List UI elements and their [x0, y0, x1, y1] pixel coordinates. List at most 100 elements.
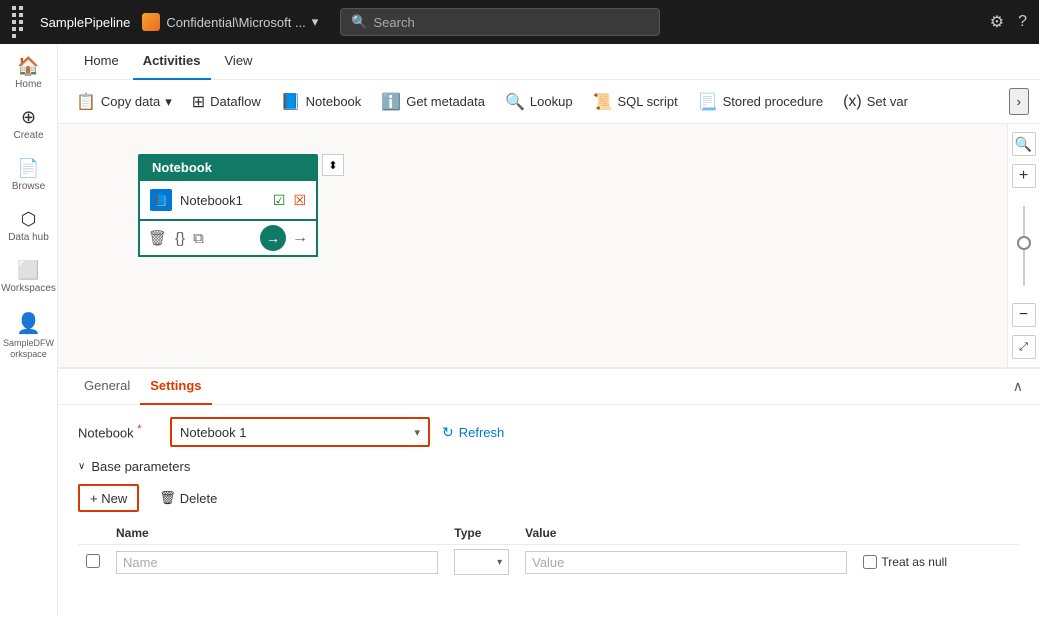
- notebook-icon: 📘: [281, 92, 301, 112]
- notebook-label: Notebook *: [78, 423, 158, 440]
- search-box[interactable]: 🔍: [340, 8, 660, 36]
- params-table-header: Name Type Value: [78, 522, 1019, 545]
- sql-script-button[interactable]: 📜 SQL script: [585, 88, 686, 116]
- notebook-chevron-icon: ▾: [414, 426, 420, 439]
- sidebar-item-browse[interactable]: 📄 Browse: [0, 150, 57, 201]
- node-header: Notebook: [138, 154, 318, 181]
- content-area: Home Activities View 📋 Copy data ▾ ⊞ Dat…: [58, 44, 1039, 617]
- node-delete-icon[interactable]: 🗑: [148, 229, 167, 247]
- panel-collapse-button[interactable]: ∧: [1013, 378, 1023, 395]
- name-cell: [108, 545, 446, 580]
- main-layout: 🏠 Home ⊕ Create 📄 Browse ⬡ Data hub ⬜ Wo…: [0, 44, 1039, 617]
- notebook-button[interactable]: 📘 Notebook: [273, 88, 370, 116]
- table-row: ▾ Treat as null: [78, 545, 1019, 580]
- node-arrow-right-button[interactable]: →: [260, 225, 286, 251]
- org-name: Confidential\Microsoft ...: [166, 15, 305, 30]
- col-type: Type: [446, 522, 517, 545]
- sidebar-item-label: Workspaces: [1, 283, 56, 295]
- value-input[interactable]: [525, 551, 847, 574]
- lookup-icon: 🔍: [505, 92, 525, 112]
- zoom-track: [1023, 206, 1025, 286]
- sidebar-item-home[interactable]: 🏠 Home: [0, 48, 57, 99]
- params-table: Name Type Value: [78, 522, 1019, 579]
- new-button[interactable]: + New: [78, 484, 139, 512]
- tab-home[interactable]: Home: [74, 44, 129, 80]
- copy-data-label: Copy data: [101, 94, 160, 109]
- row-checkbox-cell: [78, 545, 108, 580]
- stored-procedure-button[interactable]: 📃 Stored procedure: [690, 88, 831, 116]
- tab-view[interactable]: View: [215, 44, 263, 80]
- zoom-search-icon[interactable]: 🔍: [1012, 132, 1036, 156]
- zoom-out-button[interactable]: −: [1012, 303, 1036, 327]
- dataflow-button[interactable]: ⊞ Dataflow: [184, 88, 269, 116]
- notebook-select[interactable]: Notebook 1 ▾: [170, 417, 430, 447]
- browse-icon: 📄: [17, 158, 39, 179]
- delete-button-label: Delete: [180, 491, 218, 506]
- col-null: [855, 522, 1019, 545]
- toolbar-more-button[interactable]: ›: [1009, 88, 1029, 115]
- help-icon[interactable]: ?: [1018, 13, 1027, 31]
- node-wrapper: Notebook ⬍ 📘 Notebook1 ☑ ☒ 🗑: [138, 154, 318, 257]
- tab-activities[interactable]: Activities: [133, 44, 211, 80]
- refresh-icon: ↻: [442, 424, 454, 441]
- sidebar-item-label: Home: [15, 79, 42, 91]
- col-checkbox: [78, 522, 108, 545]
- zoom-slider[interactable]: [1023, 192, 1025, 299]
- sidebar-item-label: Data hub: [8, 232, 49, 244]
- name-input[interactable]: [116, 551, 438, 574]
- row-checkbox[interactable]: [86, 554, 100, 568]
- section-actions: + New 🗑 Delete: [78, 484, 1019, 512]
- toolbar: 📋 Copy data ▾ ⊞ Dataflow 📘 Notebook ℹ️ G…: [58, 80, 1039, 124]
- canvas-inner: Notebook ⬍ 📘 Notebook1 ☑ ☒ 🗑: [58, 124, 1007, 367]
- sql-script-icon: 📜: [593, 92, 613, 112]
- zoom-fit-button[interactable]: ⤢: [1012, 335, 1036, 359]
- notebook-label: Notebook: [306, 94, 362, 109]
- waffle-menu[interactable]: [12, 6, 28, 38]
- base-params-header[interactable]: ∨ Base parameters: [78, 459, 1019, 474]
- lookup-button[interactable]: 🔍 Lookup: [497, 88, 581, 116]
- tab-general[interactable]: General: [74, 369, 140, 405]
- settings-icon[interactable]: ⚙: [990, 12, 1004, 32]
- set-var-button[interactable]: (x) Set var: [835, 89, 916, 115]
- base-params-label: Base parameters: [91, 459, 190, 474]
- delete-button[interactable]: 🗑 Delete: [147, 484, 229, 512]
- org-icon: [142, 13, 160, 31]
- workspaces-icon: ⬜: [17, 260, 39, 281]
- null-cell: Treat as null: [855, 545, 1019, 580]
- sidebar-item-label: Browse: [12, 181, 45, 193]
- new-button-label: + New: [90, 491, 127, 506]
- stored-procedure-label: Stored procedure: [723, 94, 823, 109]
- node-actions: 🗑 {} ⧉ → →: [138, 221, 318, 257]
- node-code-icon[interactable]: {}: [175, 230, 185, 247]
- node-status-ok-icon: ☑: [273, 192, 286, 209]
- treat-as-null-checkbox[interactable]: [863, 555, 877, 569]
- zoom-in-button[interactable]: +: [1012, 164, 1036, 188]
- node-copy-icon[interactable]: ⧉: [193, 230, 204, 247]
- sidebar-item-datahub[interactable]: ⬡ Data hub: [0, 201, 57, 252]
- get-metadata-button[interactable]: ℹ️ Get metadata: [373, 88, 493, 116]
- dataflow-icon: ⊞: [192, 92, 205, 112]
- node-pass-icon[interactable]: →: [292, 229, 308, 247]
- node-corner-top[interactable]: ⬍: [322, 154, 344, 176]
- copy-data-button[interactable]: 📋 Copy data ▾: [68, 88, 180, 116]
- sidebar-item-create[interactable]: ⊕ Create: [0, 99, 57, 150]
- node-activity-name: Notebook1: [180, 193, 265, 208]
- sidebar-item-workspaces[interactable]: ⬜ Workspaces: [0, 252, 57, 303]
- copy-data-icon: 📋: [76, 92, 96, 112]
- zoom-thumb[interactable]: [1017, 236, 1031, 250]
- dataflow-label: Dataflow: [210, 94, 261, 109]
- node-title: Notebook: [152, 160, 212, 175]
- refresh-button[interactable]: ↻ Refresh: [442, 424, 504, 441]
- search-input[interactable]: [374, 15, 650, 30]
- pipeline-name: SamplePipeline: [40, 15, 130, 30]
- sidebar-item-label: SampleDFWorkspace: [3, 338, 54, 360]
- menubar: Home Activities View: [58, 44, 1039, 80]
- sidebar-item-sampledfw[interactable]: 👤 SampleDFWorkspace: [0, 303, 57, 368]
- lookup-label: Lookup: [530, 94, 573, 109]
- node-body: 📘 Notebook1 ☑ ☒: [138, 181, 318, 221]
- user-icon: 👤: [16, 311, 41, 336]
- org-selector[interactable]: Confidential\Microsoft ... ▾: [142, 13, 318, 31]
- canvas-area: Notebook ⬍ 📘 Notebook1 ☑ ☒ 🗑: [58, 124, 1007, 367]
- tab-settings[interactable]: Settings: [140, 369, 211, 405]
- type-select[interactable]: ▾: [454, 549, 509, 575]
